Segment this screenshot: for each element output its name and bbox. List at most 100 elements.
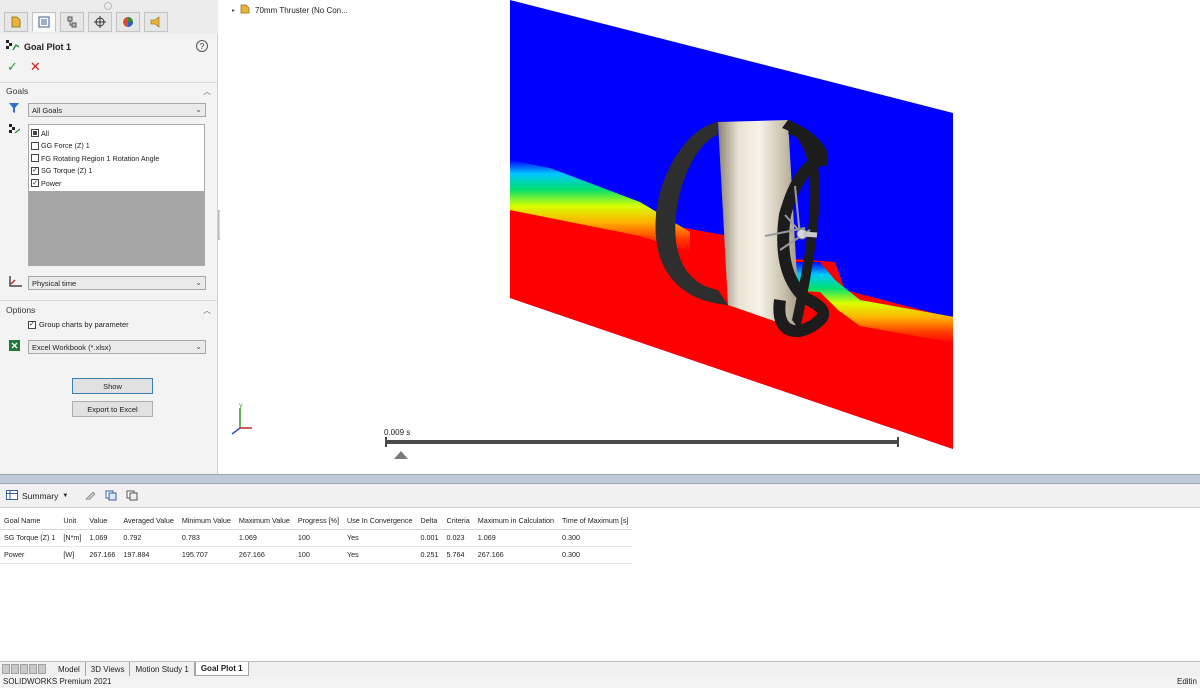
table-cell: 5.764 xyxy=(442,546,474,564)
goal-summary-table[interactable]: Goal Name Unit Value Averaged Value Minimum … xyxy=(0,512,633,564)
table-cell: 100 xyxy=(293,546,343,564)
table-cell: 0.300 xyxy=(558,546,633,564)
status-product-name: SOLIDWORKS Premium 2021 xyxy=(3,677,112,686)
column-header[interactable]: Progress [%] xyxy=(293,512,343,530)
cancel-button[interactable]: ✕ xyxy=(30,59,41,75)
display-manager-tab-icon[interactable] xyxy=(116,12,140,32)
tab-scroll-button[interactable] xyxy=(38,664,46,674)
show-button[interactable]: Show xyxy=(72,378,153,394)
column-header[interactable]: Maximum in Calculation xyxy=(473,512,558,530)
timeline-end-cap xyxy=(897,437,899,447)
goal-checkbox[interactable] xyxy=(31,141,39,150)
page-title: Goal Plot 1 xyxy=(24,41,72,52)
goal-plot-title-row: Goal Plot 1 xyxy=(6,40,71,53)
goals-filter-value: All Goals xyxy=(32,105,63,115)
table-cell: Yes xyxy=(343,546,417,564)
timeline-slider-thumb[interactable] xyxy=(394,451,408,459)
status-mode: Editin xyxy=(1176,677,1197,686)
goal-list-item[interactable]: All xyxy=(31,127,49,139)
goals-section-title[interactable]: Goals xyxy=(6,86,28,96)
table-cell: Power xyxy=(0,546,60,564)
previous-tab-button[interactable] xyxy=(11,664,19,674)
configuration-manager-tab-icon[interactable] xyxy=(60,12,84,32)
column-header[interactable]: Use In Convergence xyxy=(343,512,417,530)
timeline-slider-track[interactable] xyxy=(385,440,899,444)
table-view-icon xyxy=(6,490,18,502)
table-cell: 0.251 xyxy=(416,546,443,564)
goal-checkbox[interactable]: ✓ xyxy=(31,179,39,187)
manager-tabs xyxy=(0,0,218,34)
options-section-title[interactable]: Options xyxy=(6,305,35,315)
goal-plot-results-pane: Summary ▼ Goal Name Unit Value Averaged Val… xyxy=(0,484,1200,661)
flow-simulation-tab-icon[interactable] xyxy=(144,12,168,32)
export-to-excel-button[interactable]: Export to Excel xyxy=(72,401,153,417)
table-cell: 195.707 xyxy=(177,546,235,564)
section-divider xyxy=(0,82,218,83)
goal-list-item[interactable]: ✓ SG Torque (Z) 1 xyxy=(31,165,92,177)
goals-list[interactable]: All GG Force (Z) 1 FG Rotating Region 1 Ro… xyxy=(28,124,205,266)
group-charts-checkbox[interactable]: ✓ xyxy=(28,320,36,329)
export-format-dropdown[interactable]: Excel Workbook (*.xlsx) ⌄ xyxy=(28,340,206,354)
x-axis-dropdown[interactable]: Physical time ⌄ xyxy=(28,276,206,290)
column-header[interactable]: Averaged Value xyxy=(119,512,178,530)
copy-icon[interactable] xyxy=(105,490,117,504)
table-cell: 1.069 xyxy=(473,529,558,547)
goal-list-item[interactable]: GG Force (Z) 1 xyxy=(31,140,90,152)
x-axis-value: Physical time xyxy=(32,278,77,288)
last-tab-button[interactable] xyxy=(29,664,37,674)
next-tab-button[interactable] xyxy=(20,664,28,674)
column-header[interactable]: Unit xyxy=(59,512,86,530)
goal-checkbox[interactable] xyxy=(31,154,39,162)
table-row[interactable]: SG Torque (Z) 1 [N*m] 1.069 0.792 0.783 1.069… xyxy=(0,529,633,547)
table-cell: 267.166 xyxy=(85,546,120,564)
ok-button[interactable]: ✓ xyxy=(7,59,18,75)
goal-list-item[interactable]: ✓ Power xyxy=(31,177,61,189)
goal-list-item[interactable]: FG Rotating Region 1 Rotation Angle xyxy=(31,152,159,164)
tab-motion-study-1[interactable]: Motion Study 1 xyxy=(130,662,195,676)
tab-goal-plot-1[interactable]: Goal Plot 1 xyxy=(194,662,249,676)
summary-view-dropdown[interactable]: Summary ▼ xyxy=(6,490,68,502)
table-row[interactable]: Power [W] 267.166 197.884 195.707 267.166 100 Y… xyxy=(0,546,633,564)
column-header[interactable]: Criteria xyxy=(442,512,474,530)
tab-3d-views[interactable]: 3D Views xyxy=(86,662,131,676)
feature-manager-tab-icon[interactable] xyxy=(4,12,28,32)
results-toolbar: Summary ▼ xyxy=(0,484,1200,508)
column-header[interactable]: Value xyxy=(85,512,120,530)
table-cell: 267.166 xyxy=(473,546,558,564)
status-bar: SOLIDWORKS Premium 2021 Editin xyxy=(0,676,1200,688)
goal-label: GG Force (Z) 1 xyxy=(41,141,90,150)
document-tab-bar: Model 3D Views Motion Study 1 Goal Plot 1 xyxy=(0,661,1200,676)
chevron-down-icon: ⌄ xyxy=(195,278,202,287)
table-cell: 1.069 xyxy=(85,529,120,547)
first-tab-button[interactable] xyxy=(2,664,10,674)
panel-grip-icon[interactable] xyxy=(104,2,112,10)
property-manager-tab-icon[interactable] xyxy=(32,12,56,32)
column-header[interactable]: Goal Name xyxy=(0,512,60,530)
copy-image-icon[interactable] xyxy=(126,490,138,504)
table-cell: 0.001 xyxy=(416,529,443,547)
help-icon[interactable]: ? xyxy=(196,40,208,52)
column-header[interactable]: Minimum Value xyxy=(177,512,235,530)
goal-plot-icon xyxy=(6,40,20,53)
table-cell: 0.300 xyxy=(558,529,633,547)
table-cell: 0.023 xyxy=(442,529,474,547)
goal-checkbox[interactable]: ✓ xyxy=(31,166,39,175)
graphics-area[interactable]: ▸ 70mm Thruster (No Con... y 0.009 s xyxy=(220,0,1200,474)
table-cell: 267.166 xyxy=(234,546,294,564)
column-header[interactable]: Delta xyxy=(416,512,443,530)
group-charts-label: Group charts by parameter xyxy=(39,320,129,329)
group-charts-checkbox-row[interactable]: ✓ Group charts by parameter xyxy=(28,320,129,329)
edit-formula-icon[interactable] xyxy=(85,490,97,503)
goals-collapse-chevron-icon[interactable]: ︿ xyxy=(203,86,211,97)
goals-filter-dropdown[interactable]: All Goals ⌄ xyxy=(28,103,206,117)
filter-icon xyxy=(9,103,19,116)
dimxpert-tab-icon[interactable] xyxy=(88,12,112,32)
goal-checkbox[interactable] xyxy=(31,129,39,137)
options-collapse-chevron-icon[interactable]: ︿ xyxy=(203,305,211,316)
table-cell: [N*m] xyxy=(59,529,86,547)
pane-splitter[interactable] xyxy=(0,474,1200,484)
column-header[interactable]: Maximum Value xyxy=(234,512,294,530)
tab-model[interactable]: Model xyxy=(53,662,86,676)
svg-text:y: y xyxy=(239,402,243,409)
column-header[interactable]: Time of Maximum [s] xyxy=(558,512,633,530)
